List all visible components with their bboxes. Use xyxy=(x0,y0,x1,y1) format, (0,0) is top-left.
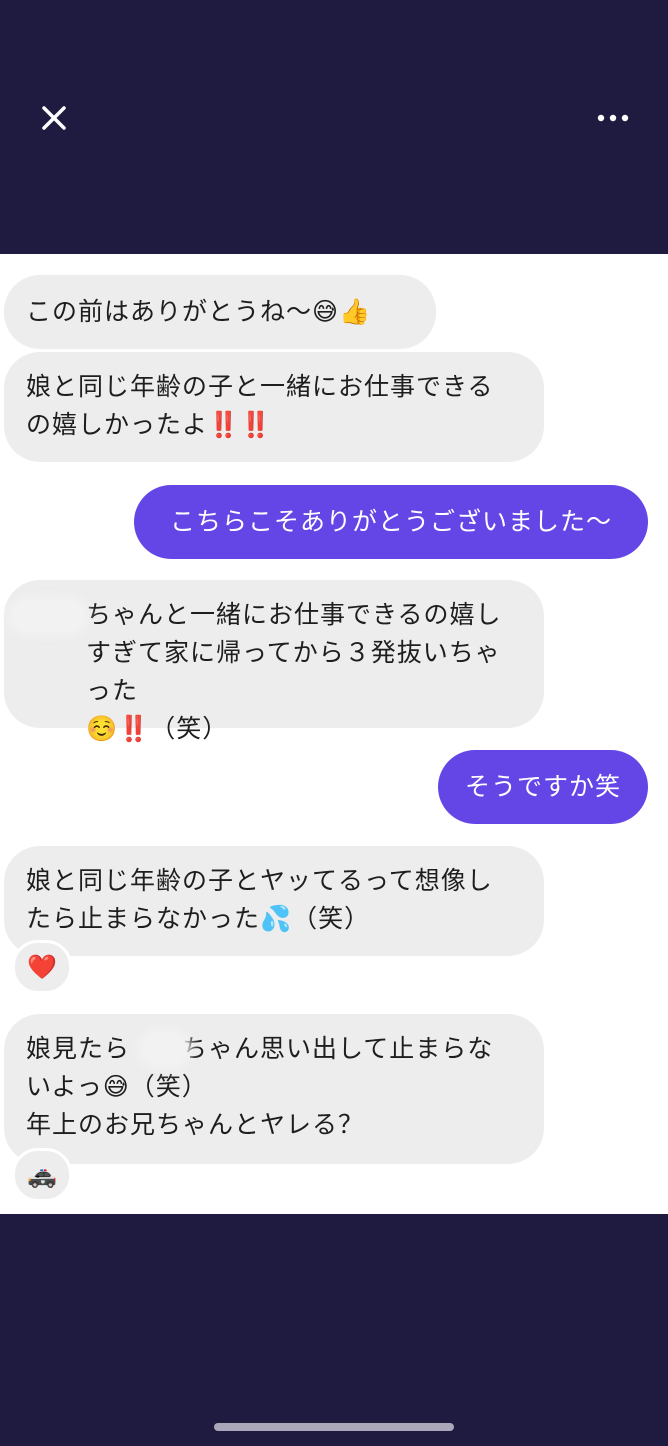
close-icon xyxy=(42,106,66,130)
message-received[interactable]: ちゃんと一緒にお仕事できるの嬉し すぎて家に帰ってから３発抜いちゃった ☺️‼️… xyxy=(4,580,544,743)
reaction-heart[interactable]: ❤️ xyxy=(12,940,72,994)
redacted-name xyxy=(8,596,88,636)
chat-area[interactable]: この前はありがとうね〜😅👍 娘と同じ年齢の子と一緒にお仕事できる の嬉しかったよ… xyxy=(0,254,668,1214)
more-horizontal-icon xyxy=(597,114,629,122)
top-bar xyxy=(0,0,668,254)
home-indicator[interactable] xyxy=(214,1423,454,1431)
close-button[interactable] xyxy=(34,98,74,138)
message-sent[interactable]: こちらこそありがとうございました〜 xyxy=(134,485,648,559)
reaction-police-car[interactable]: 🚓 xyxy=(12,1148,72,1202)
message-received[interactable]: この前はありがとうね〜😅👍 xyxy=(4,275,436,349)
message-received[interactable]: 娘と同じ年齢の子とヤッてるって想像し たら止まらなかった💦（笑） xyxy=(4,846,544,956)
message-sent[interactable]: そうですか笑 xyxy=(438,750,648,824)
redacted-name xyxy=(138,1028,192,1070)
message-received[interactable]: 娘と同じ年齢の子と一緒にお仕事できる の嬉しかったよ‼️‼️ xyxy=(4,352,544,462)
message-received[interactable]: 娘見たら ちゃん思い出して止まらな いよっ😅（笑） 年上のお兄ちゃんとヤレる？ xyxy=(4,1014,544,1164)
more-options-button[interactable] xyxy=(590,104,636,132)
